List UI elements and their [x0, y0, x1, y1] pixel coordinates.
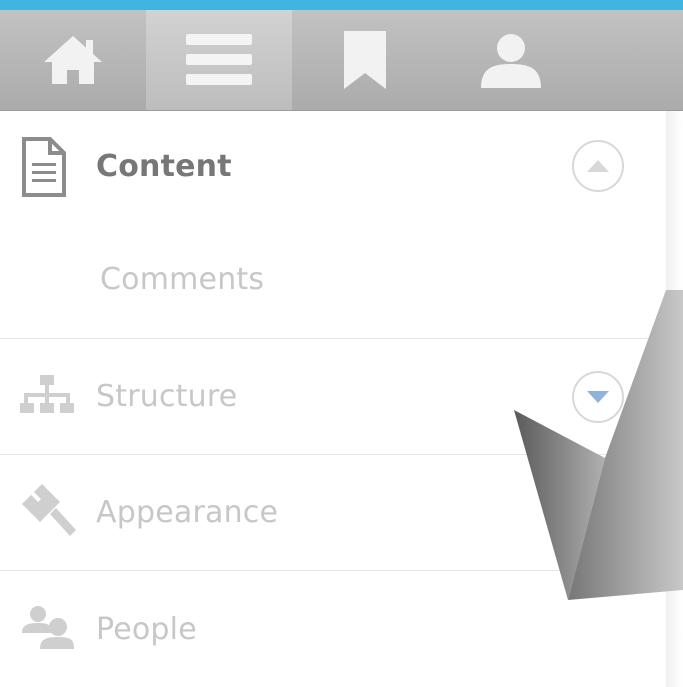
menu-item-people-label: People [96, 611, 197, 647]
menu-item-appearance-label: Appearance [96, 495, 279, 530]
accent-bar [0, 0, 683, 10]
menu-item-structure-label: Structure [96, 379, 238, 414]
menu-icon [186, 34, 252, 85]
home-icon [44, 36, 102, 84]
pointer-arrow-icon [514, 290, 683, 600]
user-button[interactable] [438, 10, 584, 110]
chevron-up-icon [587, 160, 609, 172]
user-icon [481, 34, 541, 88]
menu-item-content-label: Content [96, 148, 232, 184]
people-icon [20, 605, 74, 653]
home-button[interactable] [0, 10, 146, 110]
bookmark-icon [344, 31, 386, 89]
collapse-toggle[interactable] [572, 140, 624, 192]
paintbrush-icon [20, 482, 78, 544]
menu-item-comments-label: Comments [100, 262, 265, 297]
menu-item-content[interactable]: Content [0, 111, 665, 221]
toolbar [0, 10, 683, 111]
menu-button[interactable] [146, 10, 292, 110]
structure-icon [20, 374, 74, 419]
bookmark-button[interactable] [292, 10, 438, 110]
document-icon [20, 129, 68, 203]
